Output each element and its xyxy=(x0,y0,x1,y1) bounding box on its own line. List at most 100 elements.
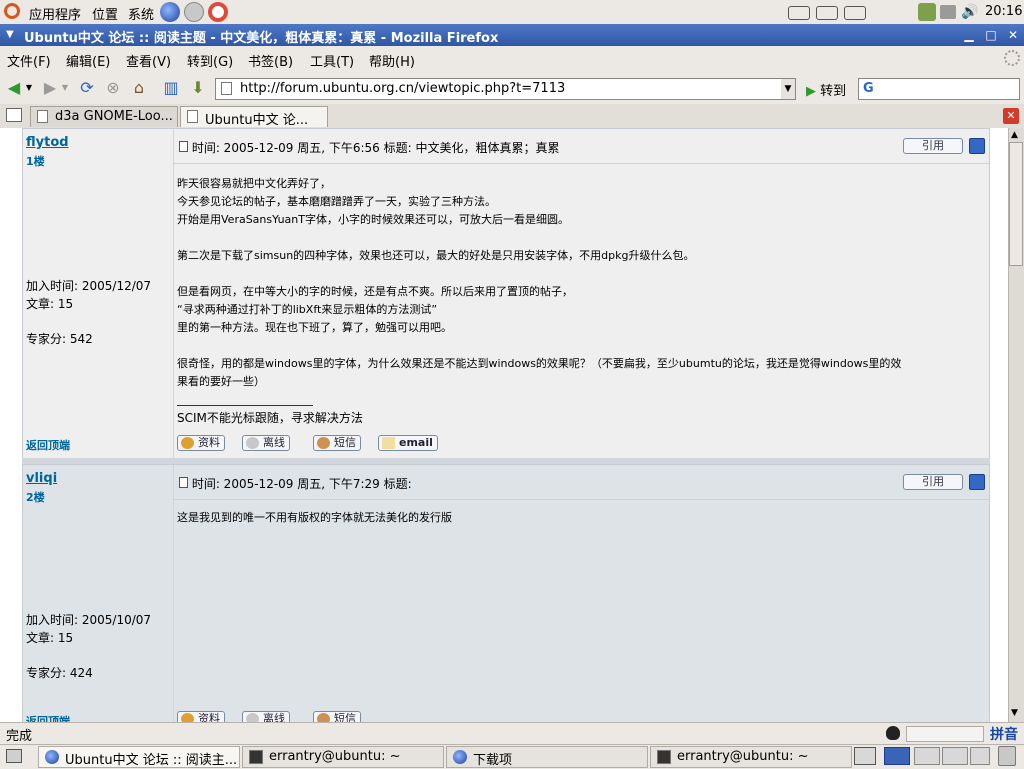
user-score: 专家分: 424 xyxy=(26,666,93,680)
firefox-launcher-icon[interactable] xyxy=(160,2,180,22)
tab-gnome-look[interactable]: d3a GNOME-Loo... xyxy=(30,106,178,127)
forward-dropdown-icon[interactable]: ▼ xyxy=(60,78,70,98)
workspace-icon[interactable] xyxy=(942,747,968,765)
clock[interactable]: 20:16 xyxy=(985,4,1022,19)
status-text: 完成 xyxy=(6,729,33,744)
menu-help[interactable]: 帮助(H) xyxy=(369,51,415,70)
scroll-up-icon[interactable]: ▲ xyxy=(1011,130,1018,140)
ime-toolbar-icon[interactable] xyxy=(906,726,984,742)
quote-button[interactable]: 引用 xyxy=(903,474,963,490)
workspace-icon[interactable] xyxy=(970,747,990,765)
back-to-top-link[interactable]: 返回顶端 xyxy=(26,713,70,722)
offline-button[interactable]: 离线 xyxy=(242,435,290,451)
divider xyxy=(174,163,989,164)
close-tab-icon[interactable]: ✕ xyxy=(1003,108,1019,124)
throbber-icon xyxy=(1004,50,1020,66)
taskbar-item-firefox[interactable]: Ubuntu中文 论坛 :: 阅读主... xyxy=(38,746,240,768)
menu-tools[interactable]: 工具(T) xyxy=(310,51,354,70)
back-arrow-icon[interactable]: ◀ xyxy=(4,78,24,98)
forward-arrow-icon[interactable]: ▶ xyxy=(40,78,60,98)
pm-users-icon xyxy=(317,437,330,449)
tab-ubuntu-forum[interactable]: Ubuntu中文 论... xyxy=(180,106,328,128)
quote-button[interactable]: 引用 xyxy=(903,138,963,154)
taskbar-item-label: errantry@ubuntu: ~ xyxy=(677,749,809,764)
menu-edit[interactable]: 编辑(E) xyxy=(66,51,110,70)
post-menu-icon[interactable] xyxy=(969,138,985,154)
workspace-globe-icon[interactable] xyxy=(884,747,910,765)
post-body-panel: 时间: 2005-12-09 周五, 下午7:29 标题: 引用 这是我见到的唯… xyxy=(174,465,989,722)
stop-icon[interactable]: ⊗ xyxy=(103,78,123,98)
post-menu-icon[interactable] xyxy=(969,474,985,490)
post-username[interactable]: flytod xyxy=(26,135,69,150)
profile-button-label: 资料 xyxy=(198,436,220,449)
ubuntu-logo-icon[interactable] xyxy=(4,3,20,19)
profile-button-label: 资料 xyxy=(198,712,220,722)
taskbar-item-terminal[interactable]: errantry@ubuntu: ~ xyxy=(242,746,444,768)
search-engine-icon[interactable]: G xyxy=(863,81,874,96)
forum-post: vliqi 2楼 加入时间: 2005/10/07 文章: 15 专家分: 42… xyxy=(22,464,990,722)
user-joined: 加入时间: 2005/10/07 xyxy=(26,613,152,627)
window-menu-icon[interactable]: ▼ xyxy=(6,29,14,40)
profile-icon xyxy=(181,437,194,449)
update-notifier-icon[interactable] xyxy=(918,3,936,21)
url-text: http://forum.ubuntu.org.cn/viewtopic.php… xyxy=(240,81,566,96)
minimize-icon[interactable]: ▁ xyxy=(962,28,976,42)
trash-icon[interactable] xyxy=(998,746,1016,766)
pm-button[interactable]: 短信 xyxy=(313,711,361,722)
search-input[interactable]: G xyxy=(858,78,1020,100)
url-bar[interactable]: http://forum.ubuntu.org.cn/viewtopic.php… xyxy=(215,78,783,100)
profile-button[interactable]: 资料 xyxy=(177,711,225,722)
maximize-icon[interactable]: □ xyxy=(984,28,998,42)
post-line: 昨天很容易就把中文化弄好了， xyxy=(177,177,331,190)
close-icon[interactable]: ✕ xyxy=(1006,28,1020,42)
drive-icon[interactable] xyxy=(788,6,810,20)
drive-icon[interactable] xyxy=(844,6,866,20)
drive-icon[interactable] xyxy=(816,6,838,20)
new-tab-icon[interactable] xyxy=(6,108,22,122)
bookmarks-sidebar-icon[interactable]: ▥ xyxy=(161,78,181,98)
help-launcher-icon[interactable] xyxy=(208,2,228,22)
quote-button-label: 引用 xyxy=(922,139,944,152)
post-floor: 1楼 xyxy=(26,155,45,168)
window-title-bar[interactable]: ▼ Ubuntu中文 论坛 :: 阅读主题 - 中文美化，粗体真累：真累 - M… xyxy=(0,24,1024,46)
tux-icon[interactable] xyxy=(886,726,900,740)
user-joined: 加入时间: 2005/12/07 xyxy=(26,279,152,293)
reload-icon[interactable]: ⟳ xyxy=(77,78,97,98)
volume-icon[interactable]: 🔊 xyxy=(961,4,978,20)
home-icon[interactable]: ⌂ xyxy=(129,78,149,98)
window-title: Ubuntu中文 论坛 :: 阅读主题 - 中文美化，粗体真累：真累 - Moz… xyxy=(24,31,499,46)
taskbar-item-downloads[interactable]: 下载项 xyxy=(446,746,648,768)
page-icon xyxy=(221,82,232,95)
workspace-switcher-icon[interactable] xyxy=(854,747,876,765)
post-username[interactable]: vliqi xyxy=(26,471,57,486)
menu-view[interactable]: 查看(V) xyxy=(126,51,171,70)
ime-pinyin-indicator[interactable]: 拼音 xyxy=(990,724,1018,744)
go-button[interactable]: ▶ 转到 xyxy=(806,80,846,99)
workspace-icon[interactable] xyxy=(914,747,940,765)
menu-file[interactable]: 文件(F) xyxy=(7,51,51,70)
network-icon[interactable] xyxy=(940,5,956,19)
post-line: 很奇怪，用的都是windows里的字体，为什么效果还是不能达到windows的效… xyxy=(177,357,902,370)
mail-launcher-icon[interactable] xyxy=(184,2,204,22)
back-dropdown-icon[interactable]: ▼ xyxy=(24,78,34,98)
menu-go[interactable]: 转到(G) xyxy=(187,51,233,70)
back-to-top-link[interactable]: 返回顶端 xyxy=(26,437,70,453)
offline-button-label: 离线 xyxy=(263,712,285,722)
applications-menu[interactable]: 应用程序 xyxy=(29,4,81,23)
scroll-down-icon[interactable]: ▼ xyxy=(1011,708,1018,718)
places-menu[interactable]: 位置 xyxy=(92,4,118,23)
taskbar-item-terminal[interactable]: errantry@ubuntu: ~ xyxy=(650,746,852,768)
system-menu[interactable]: 系统 xyxy=(128,4,154,23)
profile-button[interactable]: 资料 xyxy=(177,435,225,451)
scrollbar-thumb[interactable] xyxy=(1009,142,1023,266)
menu-bookmarks[interactable]: 书签(B) xyxy=(248,51,293,70)
url-dropdown-icon[interactable]: ▼ xyxy=(781,78,796,100)
user-score: 专家分: 542 xyxy=(26,332,93,346)
offline-button[interactable]: 离线 xyxy=(242,711,290,722)
show-desktop-icon[interactable] xyxy=(6,749,22,763)
downloads-icon[interactable]: ⬇ xyxy=(188,78,208,98)
email-button[interactable]: email xyxy=(378,435,438,451)
user-articles: 文章: 15 xyxy=(26,631,74,645)
pm-button[interactable]: 短信 xyxy=(313,435,361,451)
taskbar-item-label: 下载项 xyxy=(473,753,513,768)
